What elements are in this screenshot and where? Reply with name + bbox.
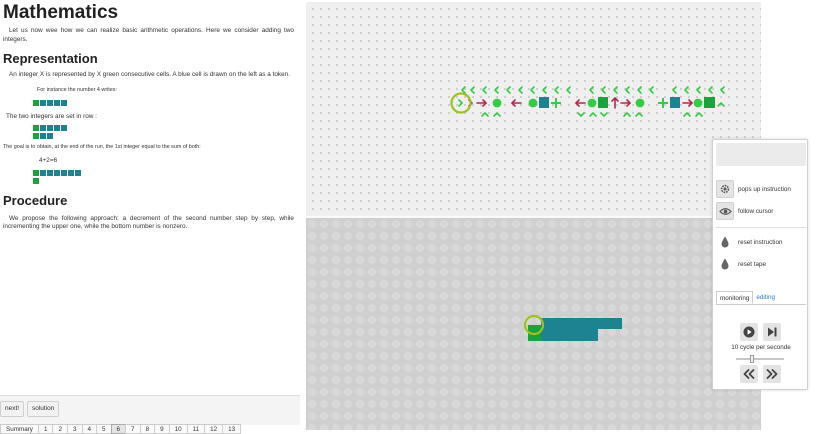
green-cell-icon (704, 97, 715, 108)
chevron-left-icon (554, 86, 559, 94)
gear-icon[interactable] (716, 180, 734, 198)
step-button[interactable] (763, 323, 781, 341)
plus-icon (658, 98, 668, 108)
control-panel: pops up instruction follow cursor reset … (712, 139, 808, 390)
instruction-preview (716, 143, 806, 166)
panel-tabs: monitoring editing (716, 291, 806, 305)
chevron-up-icon (683, 112, 691, 117)
chevron-up-icon (717, 102, 725, 107)
chevron-left-icon (625, 86, 630, 94)
reset-instruction-row[interactable]: reset instruction (716, 233, 806, 251)
reset-tape-label: reset tape (738, 260, 767, 268)
arrow-left-icon (575, 99, 586, 107)
popup-instruction-row[interactable]: pops up instruction (716, 180, 806, 198)
chevron-left-icon (601, 86, 606, 94)
chevron-left-icon (518, 86, 523, 94)
reset-tape-row[interactable]: reset tape (716, 255, 806, 273)
instruction-row-top (461, 86, 725, 94)
chevron-left-icon (542, 86, 547, 94)
play-icon (743, 326, 755, 338)
tape-teal-row-upper (541, 318, 622, 329)
speed-slider-handle[interactable] (750, 355, 754, 363)
green-dot-icon (635, 98, 645, 108)
green-dot-icon (528, 98, 538, 108)
chevron-left-icon (506, 86, 511, 94)
chevron-left-icon (684, 86, 689, 94)
drop-icon[interactable] (716, 233, 734, 251)
chevron-left-icon (482, 86, 487, 94)
reset-instruction-label: reset instruction (738, 238, 783, 246)
instruction-row-main (458, 97, 725, 109)
chevron-left-icon (649, 86, 654, 94)
chevron-left-icon (461, 86, 466, 94)
fast-forward-icon (766, 369, 778, 379)
green-dot-icon (492, 98, 502, 108)
app-root: Mathematics Let us now wee how we can re… (0, 0, 820, 434)
chevron-left-icon (470, 86, 475, 94)
chevron-up-icon (635, 112, 643, 117)
tab-monitoring[interactable]: monitoring (716, 291, 754, 304)
teal-cell-icon (670, 97, 680, 108)
green-cell-icon (598, 97, 608, 108)
chevron-up-icon (623, 112, 631, 117)
chevron-left-icon (589, 86, 594, 94)
tab-editing[interactable]: editing (753, 291, 778, 304)
popup-instruction-label: pops up instruction (738, 185, 791, 193)
panel-divider (716, 227, 806, 228)
chevron-left-icon (720, 86, 725, 94)
chevron-down-icon (600, 112, 608, 117)
chevron-left-icon (672, 86, 677, 94)
instruction-row-bottom (481, 112, 703, 117)
chevron-left-icon (696, 86, 701, 94)
chevron-up-icon (695, 112, 703, 117)
chevron-left-icon (566, 86, 571, 94)
arrow-right-icon (620, 99, 631, 107)
arrow-left-icon (511, 99, 522, 107)
plus-icon (551, 98, 561, 108)
chevron-up-icon (481, 112, 489, 117)
arrow-right-icon (682, 99, 693, 107)
rewind-button[interactable] (740, 365, 758, 383)
teal-cell-icon (539, 97, 549, 108)
chevron-left-icon (494, 86, 499, 94)
chevron-left-icon (708, 86, 713, 94)
board-overlay (450, 86, 725, 341)
arrow-up-icon (611, 97, 619, 109)
follow-cursor-row[interactable]: follow cursor (716, 202, 806, 220)
chevron-left-icon (613, 86, 618, 94)
green-dot-icon (587, 98, 597, 108)
speed-slider[interactable] (736, 355, 784, 363)
rewind-icon (743, 369, 755, 379)
chevron-up-icon (493, 112, 501, 117)
chevron-left-icon (637, 86, 642, 94)
tape-teal-row-lower (541, 329, 598, 341)
chevron-right-icon (458, 99, 463, 107)
fast-forward-button[interactable] (763, 365, 781, 383)
chevron-left-icon (530, 86, 535, 94)
arrow-right-icon (476, 99, 487, 107)
step-icon (768, 327, 777, 337)
chevron-up-icon (589, 112, 597, 117)
play-button[interactable] (740, 323, 758, 341)
drop-icon[interactable] (716, 255, 734, 273)
speed-label: 10 cycle per seconde (731, 344, 791, 351)
green-dot-icon (693, 98, 703, 108)
chevron-down-icon (577, 112, 585, 117)
eye-icon[interactable] (716, 202, 734, 220)
follow-cursor-label: follow cursor (738, 207, 774, 215)
